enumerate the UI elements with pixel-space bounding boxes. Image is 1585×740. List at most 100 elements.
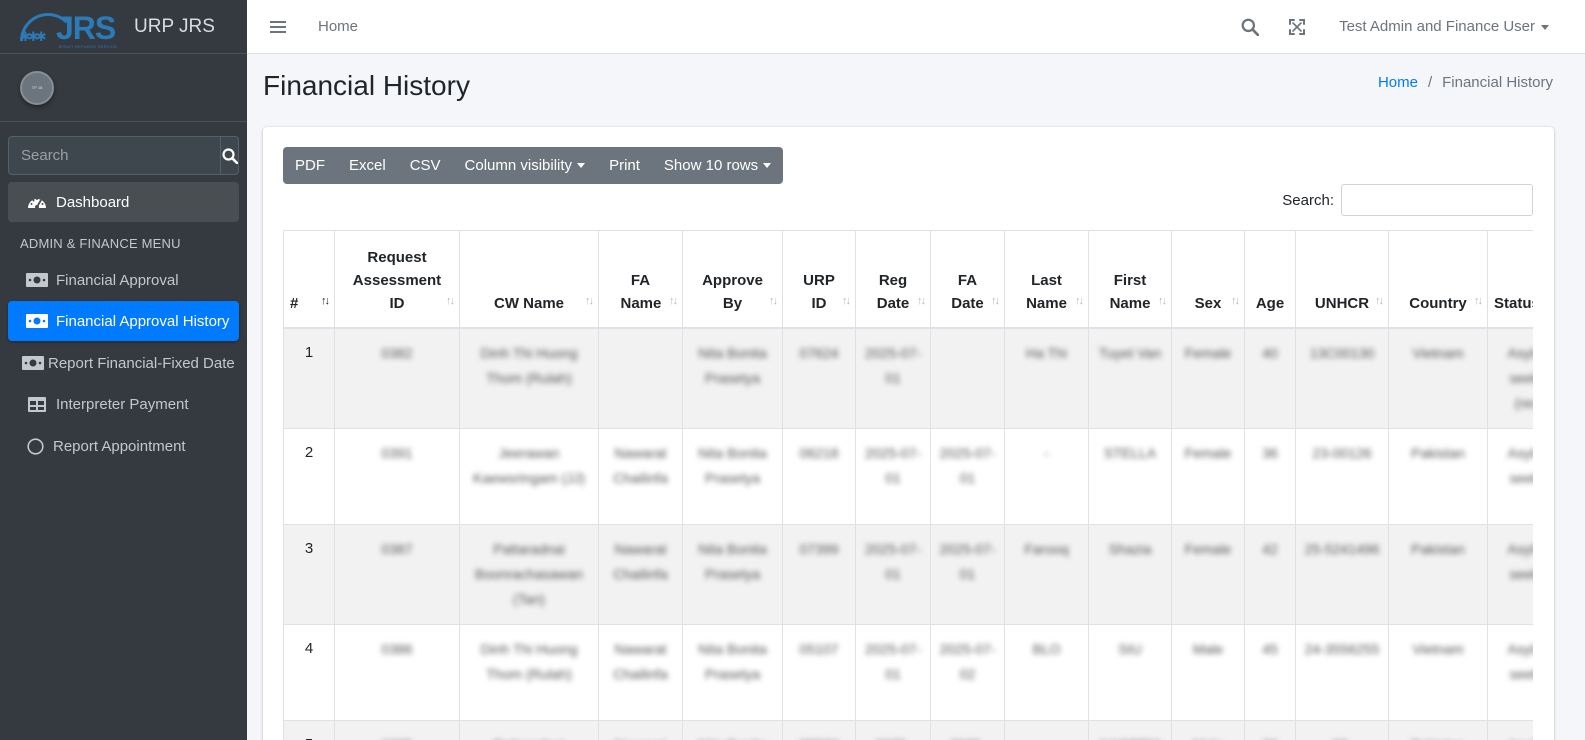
user-panel: TP 18: [0, 54, 247, 122]
row-number-cell: 5: [283, 719, 335, 740]
table-cell: Shazia: [1088, 523, 1172, 625]
table-row[interactable]: 1 0382 Dinh Thi Huong Thom (Rulah) Nita Bon…: [283, 327, 1533, 429]
table-cell: Nita Bonita Prasetya: [682, 327, 783, 429]
column-header[interactable]: URP ID ↑↓: [782, 230, 856, 329]
print-button[interactable]: Print: [597, 147, 652, 184]
table-cell: Tuyet Van: [1088, 327, 1172, 429]
sort-icon: ↑↓: [1474, 294, 1483, 307]
sidebar-search-input[interactable]: [8, 136, 220, 175]
table-search-input[interactable]: [1341, 184, 1533, 216]
table-cell: 23-00126: [1295, 427, 1389, 525]
column-header[interactable]: First Name ↑↓: [1088, 230, 1172, 329]
table-header-row: # ↑↓ Request Assessment ID ↑↓ CW Name ↑↓ FA…: [283, 230, 1533, 329]
table-cell: Pakistan: [1388, 719, 1488, 740]
pdf-button[interactable]: PDF: [283, 147, 337, 184]
column-header[interactable]: UNHCR ↑↓: [1295, 230, 1389, 329]
table-scroll-container[interactable]: # ↑↓ Request Assessment ID ↑↓ CW Name ↑↓ FA…: [283, 230, 1533, 740]
table-cell: 2025-07-01: [855, 523, 931, 625]
show-rows-button[interactable]: Show 10 rows: [652, 147, 783, 184]
sidebar-item-label: Report Appointment: [53, 437, 186, 455]
table-cell: 2025-07-01: [930, 523, 1005, 625]
sort-icon: ↑↓: [585, 294, 594, 307]
sidebar-item-financial-approval[interactable]: Financial Approval: [8, 259, 239, 301]
table-cell: 2025-: [930, 719, 1005, 740]
row-number-cell: 3: [283, 523, 335, 625]
breadcrumb-current: Financial History: [1442, 74, 1553, 91]
table-cell: 36: [1244, 719, 1296, 740]
table-cell: Asylum seeker: [1487, 523, 1533, 625]
table-cell: Asylum: [1487, 719, 1533, 740]
table-cell: Nawarat Chailinfa: [598, 523, 683, 625]
column-header[interactable]: # ↑↓: [283, 230, 335, 329]
sort-icon: ↑↓: [321, 294, 330, 307]
table-cell: 2025-07-01: [855, 623, 931, 721]
sidebar-item-interpreter-payment[interactable]: Interpreter Payment: [8, 385, 239, 423]
table-cell: 45: [1244, 623, 1296, 721]
column-header[interactable]: FA Date ↑↓: [930, 230, 1005, 329]
table-cell: Male: [1171, 623, 1245, 721]
column-header[interactable]: Reg Date ↑↓: [855, 230, 931, 329]
column-header[interactable]: Sex ↑↓: [1171, 230, 1245, 329]
sort-icon: ↑↓: [446, 294, 455, 307]
breadcrumb: Home / Financial History: [1377, 74, 1553, 91]
column-header[interactable]: CW Name ↑↓: [459, 230, 599, 329]
caret-down-icon: [577, 163, 586, 168]
fullscreen-icon[interactable]: [1289, 18, 1306, 35]
table-cell: [1004, 719, 1089, 740]
table-cell: 2025-07-02: [930, 623, 1005, 721]
table-cell: Dinh Thi Huong Thom (Rulah): [459, 623, 599, 721]
sort-icon: ↑↓: [991, 294, 1000, 307]
table-row[interactable]: 2 0391 Jeerawan Kaewsringam (JJ) Nawarat Ch…: [283, 427, 1533, 525]
column-header[interactable]: Last Name ↑↓: [1004, 230, 1089, 329]
table-cell: Asylum seeker (reco: [1487, 327, 1533, 429]
sidebar-item-report-appointment[interactable]: Report Appointment: [8, 423, 239, 469]
breadcrumb-home-link[interactable]: Home: [1378, 74, 1418, 91]
table-cell: Jeerawan Kaewsringam (JJ): [459, 427, 599, 525]
table-cell: 2025-07-01: [855, 327, 931, 429]
table-cell: Vietnam: [1388, 327, 1488, 429]
table-cell: Pattaradnai: [459, 719, 599, 740]
table-cell: Female: [1171, 327, 1245, 429]
column-header[interactable]: Approve By ↑↓: [682, 230, 783, 329]
column-visibility-button[interactable]: Column visibility: [453, 147, 598, 184]
sidebar-item-financial-approval-history[interactable]: Financial Approval History: [8, 301, 239, 341]
search-icon[interactable]: [1241, 18, 1260, 36]
avatar[interactable]: TP 18: [20, 70, 54, 105]
circle-icon: [26, 437, 44, 455]
excel-button[interactable]: Excel: [337, 147, 398, 184]
sort-icon: ↑↓: [669, 294, 678, 307]
brand-link[interactable]: JRS ✱✱✱ JESUIT REFUGEE SERVICE URP JRS: [0, 0, 247, 54]
column-header[interactable]: Status: [1487, 230, 1533, 329]
sidebar-item-report-financial-fixed-date[interactable]: Report Financial-Fixed Date: [8, 341, 239, 385]
sidebar-item-dashboard[interactable]: Dashboard: [8, 182, 239, 222]
table-cell: 05107: [782, 623, 856, 721]
sidebar-search: [8, 136, 239, 175]
table-icon: [26, 396, 48, 412]
sidebar-item-label: Financial Approval History: [56, 312, 230, 330]
table-cell: Farooq: [1004, 523, 1089, 625]
hamburger-menu-icon[interactable]: [270, 20, 286, 33]
user-menu-dropdown[interactable]: Test Admin and Finance User: [1339, 18, 1549, 35]
table-cell: 0386: [334, 623, 460, 721]
column-header[interactable]: Request Assessment ID ↑↓: [334, 230, 460, 329]
financial-history-table: # ↑↓ Request Assessment ID ↑↓ CW Name ↑↓ FA…: [283, 230, 1533, 740]
table-cell: BLO: [1004, 623, 1089, 721]
table-cell: 0382: [334, 327, 460, 429]
table-row[interactable]: 4 0386 Dinh Thi Huong Thom (Rulah) Nawarat …: [283, 623, 1533, 721]
sidebar-search-button[interactable]: [220, 136, 239, 175]
table-cell: Asylum seeker: [1487, 623, 1533, 721]
column-header[interactable]: Age: [1244, 230, 1296, 329]
top-home-link[interactable]: Home: [318, 18, 358, 35]
table-cell: Nawarat Chailinfa: [598, 427, 683, 525]
table-cell: Pakistan: [1388, 427, 1488, 525]
financial-history-card: PDF Excel CSV Column visibility Print Sh…: [263, 127, 1554, 740]
column-header[interactable]: FA Name ↑↓: [598, 230, 683, 329]
table-search-label: Search:: [1282, 191, 1334, 209]
csv-button[interactable]: CSV: [398, 147, 453, 184]
column-header[interactable]: Country ↑↓: [1388, 230, 1488, 329]
sidebar-item-label: Report Financial-Fixed Date: [48, 354, 235, 372]
search-icon: [221, 147, 238, 164]
table-row[interactable]: 50385PattaradnaiNawaratNita Bonita055622…: [283, 719, 1533, 740]
table-row[interactable]: 3 0387 Pattaradnai Boonrachasawan (Tan) Naw…: [283, 523, 1533, 625]
table-cell: 07399: [782, 523, 856, 625]
